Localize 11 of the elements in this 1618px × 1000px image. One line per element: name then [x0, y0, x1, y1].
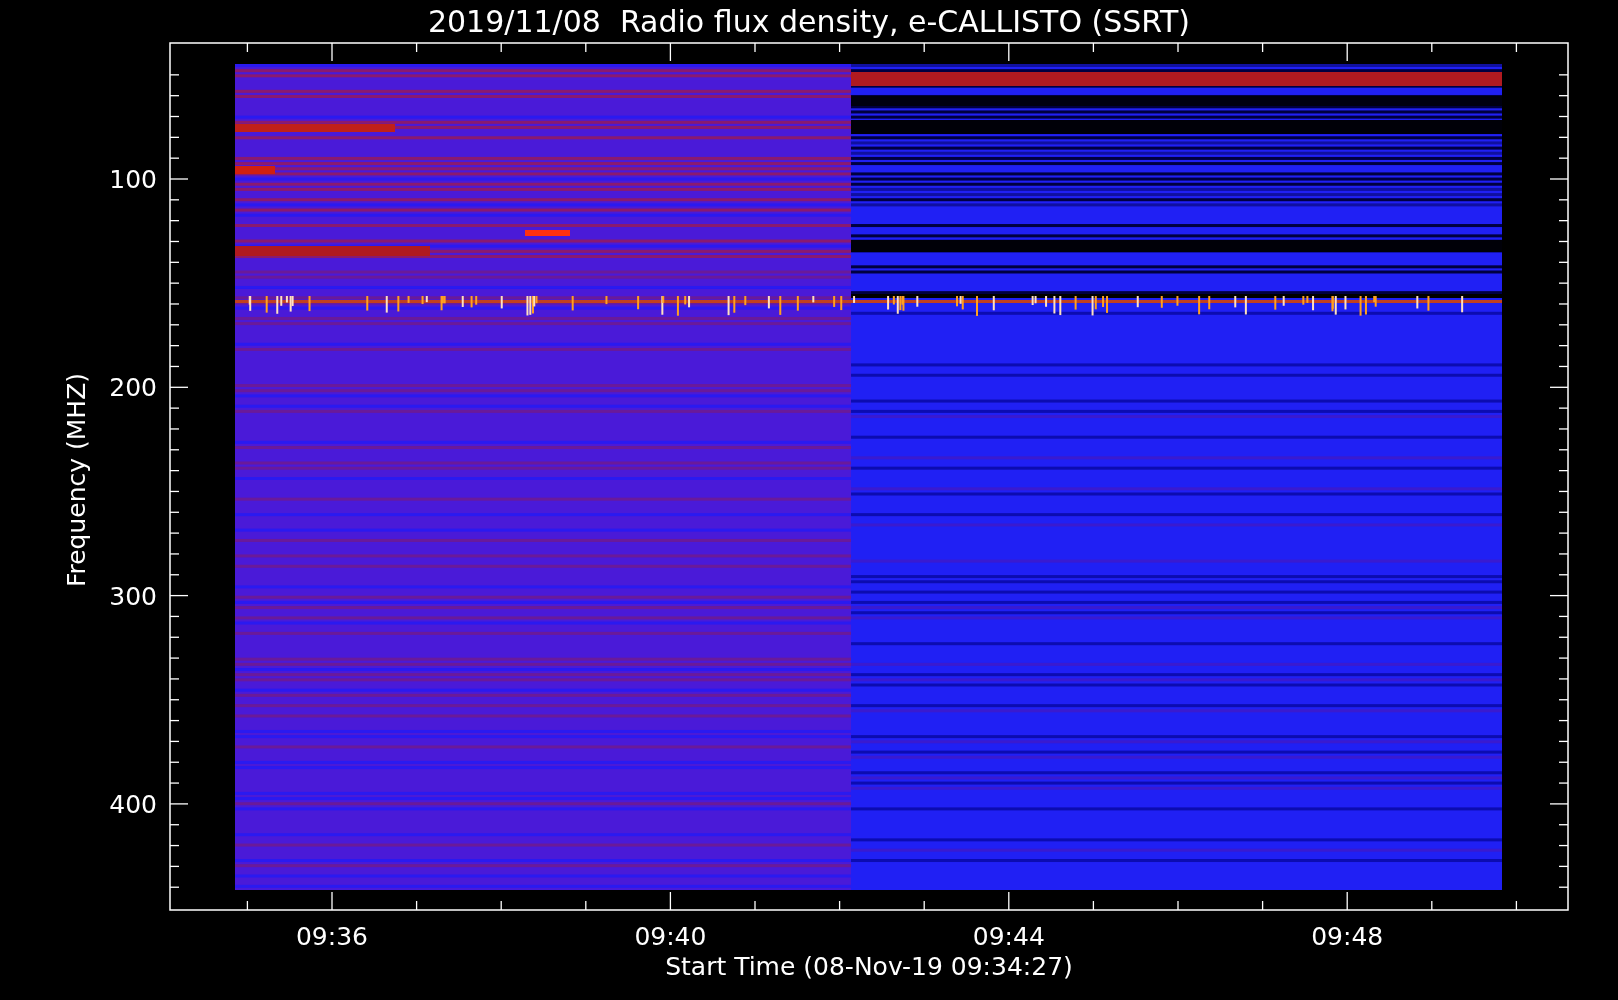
y-axis-title: Frequency (MHZ)	[62, 372, 91, 588]
tick-label: 09:40	[634, 922, 707, 951]
chart-title: 2019/11/08 Radio flux density, e-CALLISTO (SSRT)	[427, 4, 1191, 39]
x-axis-title: Start Time (08-Nov-19 09:34:27)	[665, 952, 1073, 981]
tick-label: 100	[109, 165, 157, 194]
tick-label: 09:36	[296, 922, 368, 951]
tick-label: 200	[109, 373, 157, 403]
tick-label: 09:48	[1311, 922, 1384, 951]
tick-label: 300	[109, 581, 157, 611]
tick-label: 400	[109, 789, 157, 819]
tick-label: 09:44	[972, 922, 1045, 951]
